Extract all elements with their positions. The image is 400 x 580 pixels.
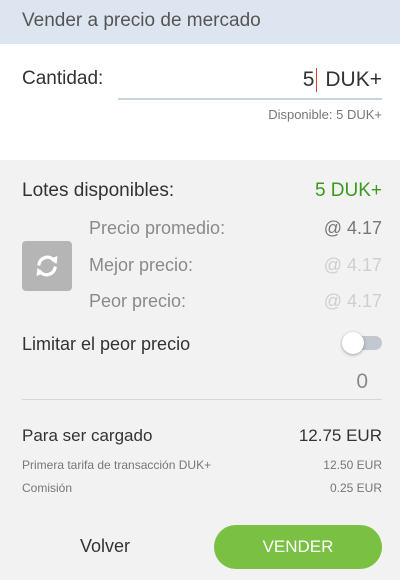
quantity-input[interactable]: 5 DUK+ [118, 62, 382, 100]
refresh-icon [36, 255, 58, 277]
refresh-button[interactable] [22, 241, 72, 291]
quantity-label: Cantidad: [22, 68, 104, 89]
total-charged-value: 12.75 EUR [298, 426, 382, 445]
sell-button[interactable]: VENDER [214, 525, 382, 569]
header-bar: Vender a precio de mercado [0, 0, 400, 44]
transaction-fee-label: Primera tarifa de transacción DUK+ [22, 458, 212, 472]
available-balance: Disponible: 5 DUK+ [268, 107, 382, 122]
average-price-label: Precio promedio: [89, 218, 226, 238]
best-price-label: Mejor precio: [89, 255, 194, 275]
transaction-fee-value: 12.50 EUR [323, 458, 382, 472]
lots-label: Lotes disponibles: [22, 180, 175, 201]
limit-worst-price-toggle[interactable] [342, 332, 382, 354]
commission-label: Comisión [22, 481, 73, 495]
total-charged-label: Para ser cargado [22, 426, 153, 445]
page-title: Vender a precio de mercado [22, 10, 261, 31]
best-price-value: @ 4.17 [323, 255, 382, 275]
worst-price-value: @ 4.17 [323, 291, 382, 311]
limit-price-input[interactable]: 0 [22, 364, 382, 400]
average-price-value: @ 4.17 [323, 218, 382, 238]
quantity-value: 5 [302, 68, 315, 91]
limit-price-value: 0 [356, 369, 368, 393]
quantity-panel: Cantidad: 5 DUK+ Disponible: 5 DUK+ [0, 44, 400, 160]
limit-worst-price-label: Limitar el peor precio [22, 334, 191, 354]
back-button[interactable]: Volver [40, 526, 170, 566]
quantity-unit: DUK+ [325, 68, 382, 91]
commission-value: 0.25 EUR [329, 481, 382, 495]
text-caret [316, 68, 318, 92]
lots-value: 5 DUK+ [314, 180, 382, 201]
worst-price-label: Peor precio: [89, 291, 187, 311]
toggle-knob [342, 332, 364, 354]
